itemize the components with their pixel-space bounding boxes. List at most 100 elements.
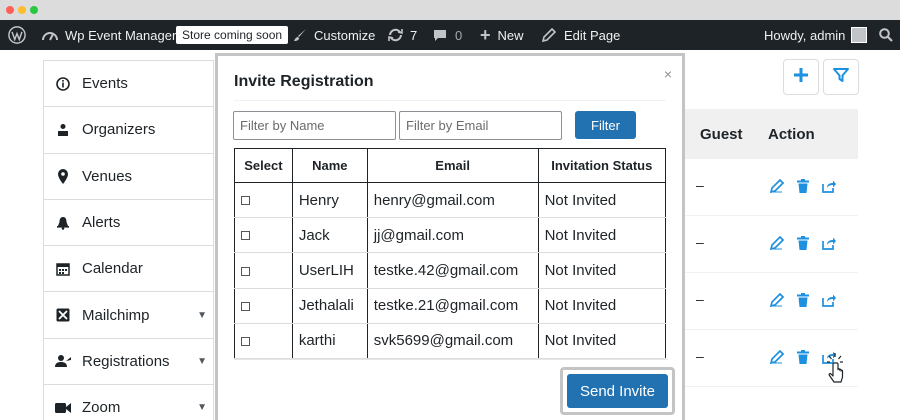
close-window-dot[interactable] <box>6 6 14 14</box>
registrant-name: Jack <box>292 217 368 254</box>
email-column-header: Email <box>366 148 539 183</box>
registrant-email: svk5699@gmail.com <box>367 323 539 359</box>
trash-icon[interactable] <box>797 350 809 369</box>
organizer-icon <box>54 123 72 137</box>
browser-chrome <box>0 0 900 20</box>
registrant-name: karthi <box>292 323 368 359</box>
share-export-icon[interactable] <box>822 179 836 198</box>
invite-table: Select Name Email Invitation Status Henr… <box>234 148 667 359</box>
registrant-email: henry@gmail.com <box>367 182 539 219</box>
search-icon[interactable] <box>879 20 893 50</box>
admin-bar: Wp Event Manager Store coming soon Custo… <box>0 20 900 50</box>
table-row: UserLIH testke.42@gmail.com Not Invited <box>234 252 667 289</box>
info-circle-icon <box>54 76 72 91</box>
filter-events-button[interactable] <box>823 59 859 95</box>
chevron-down-icon[interactable]: ▼ <box>197 402 207 413</box>
plus-icon <box>793 67 809 88</box>
invitation-status: Not Invited <box>538 217 667 254</box>
trash-icon[interactable] <box>797 236 809 255</box>
add-event-button[interactable] <box>783 59 819 95</box>
store-coming-soon-badge[interactable]: Store coming soon <box>176 20 289 50</box>
edit-pencil-icon[interactable] <box>769 235 785 255</box>
table-row: Henry henry@gmail.com Not Invited <box>234 182 667 219</box>
video-camera-icon <box>54 402 72 414</box>
registrant-email: testke.42@gmail.com <box>367 252 539 289</box>
avatar <box>851 27 868 43</box>
filter-button[interactable]: Filter <box>575 111 636 139</box>
select-checkbox[interactable] <box>241 231 250 241</box>
maximize-window-dot[interactable] <box>30 6 38 14</box>
name-column-header: Name <box>291 148 368 183</box>
my-account-link[interactable]: Howdy, admin <box>764 20 868 50</box>
sidebar-item-alerts[interactable]: Alerts <box>44 200 213 247</box>
sidebar-item-mailchimp[interactable]: Mailchimp ▼ <box>44 292 213 339</box>
new-content-link[interactable]: + New <box>480 20 524 50</box>
select-checkbox[interactable] <box>241 336 250 346</box>
modal-divider <box>234 100 666 101</box>
trash-icon[interactable] <box>797 179 809 198</box>
dashboard-gauge-icon <box>42 28 58 42</box>
registrant-email: testke.21@gmail.com <box>367 288 539 324</box>
comments-link[interactable]: 0 <box>433 20 462 50</box>
map-pin-icon <box>54 168 72 184</box>
plus-icon: + <box>480 24 491 45</box>
mailchimp-icon <box>54 308 72 322</box>
share-export-icon[interactable] <box>822 236 836 255</box>
table-header-row: Select Name Email Invitation Status <box>234 148 667 183</box>
sidebar-item-calendar[interactable]: Calendar <box>44 246 213 293</box>
table-row: – <box>684 273 858 330</box>
table-row: Jack jj@gmail.com Not Invited <box>234 217 667 254</box>
registrant-email: jj@gmail.com <box>367 217 539 254</box>
trash-icon[interactable] <box>797 293 809 312</box>
invite-table-container[interactable]: Select Name Email Invitation Status Henr… <box>234 148 668 360</box>
site-name-link[interactable]: Wp Event Manager <box>42 20 176 50</box>
status-column-header: Invitation Status <box>537 148 667 183</box>
guest-column-header: Guest <box>700 126 743 143</box>
registrations-icon <box>54 354 72 368</box>
invitation-status: Not Invited <box>538 252 667 289</box>
edit-page-link[interactable]: Edit Page <box>542 20 620 50</box>
sidebar-item-venues[interactable]: Venues <box>44 154 213 200</box>
funnel-filter-icon <box>833 67 849 88</box>
calendar-icon <box>54 262 72 276</box>
comment-bubble-icon <box>433 29 447 42</box>
updates-refresh-icon <box>387 28 404 42</box>
registrant-name: UserLIH <box>292 252 368 289</box>
send-invite-button[interactable]: Send Invite <box>567 374 668 408</box>
sidebar-item-organizers[interactable]: Organizers <box>44 107 213 154</box>
modal-title: Invite Registration <box>234 73 374 90</box>
select-checkbox[interactable] <box>241 196 250 206</box>
filter-by-email-input[interactable] <box>399 111 562 140</box>
action-column-header: Action <box>768 126 815 143</box>
filter-by-name-input[interactable] <box>233 111 396 140</box>
registrant-name: Henry <box>292 182 368 219</box>
table-row: – <box>684 216 858 273</box>
background-table-header: Guest Action <box>684 109 858 159</box>
select-column-header: Select <box>234 148 293 183</box>
table-row: karthi svk5699@gmail.com Not Invited <box>234 323 667 359</box>
close-icon[interactable]: × <box>664 66 672 82</box>
dashboard-sidebar: Events Organizers Venues Alerts Calendar… <box>43 60 214 420</box>
send-invite-highlight: Send Invite <box>560 367 675 415</box>
site-name: Wp Event Manager <box>65 27 177 43</box>
sidebar-item-registrations[interactable]: Registrations ▼ <box>44 339 213 386</box>
edit-pencil-icon[interactable] <box>769 178 785 198</box>
share-export-icon[interactable] <box>822 293 836 312</box>
minimize-window-dot[interactable] <box>18 6 26 14</box>
select-checkbox[interactable] <box>241 266 250 276</box>
select-checkbox[interactable] <box>241 301 250 311</box>
chevron-down-icon[interactable]: ▼ <box>197 356 207 367</box>
edit-pencil-icon[interactable] <box>769 292 785 312</box>
edit-pencil-icon[interactable] <box>769 349 785 369</box>
table-row: Jethalali testke.21@gmail.com Not Invite… <box>234 288 667 324</box>
sidebar-item-zoom[interactable]: Zoom ▼ <box>44 385 213 420</box>
pencil-icon <box>542 28 556 42</box>
wordpress-logo-icon[interactable] <box>8 20 26 50</box>
invitation-status: Not Invited <box>538 288 667 324</box>
chevron-down-icon[interactable]: ▼ <box>197 310 207 321</box>
brush-icon <box>293 28 307 42</box>
updates-link[interactable]: 7 <box>387 20 417 50</box>
sidebar-item-events[interactable]: Events <box>44 61 213 108</box>
customize-link[interactable]: Customize <box>293 20 375 50</box>
invite-registration-modal: Invite Registration × Filter Select Name… <box>215 53 685 420</box>
